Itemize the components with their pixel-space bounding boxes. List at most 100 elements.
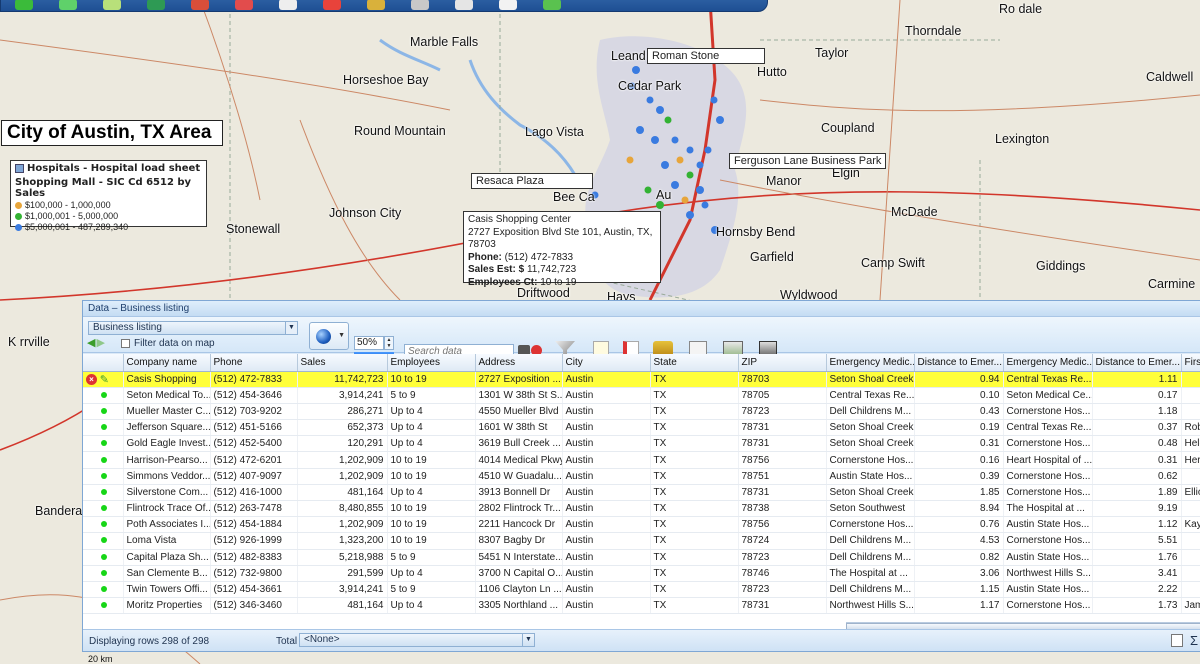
legend-range: $1,000,001 - 5,000,000 bbox=[15, 211, 202, 221]
total-select-value: <None> bbox=[304, 634, 340, 645]
toolbar-arrow-icon[interactable] bbox=[59, 0, 77, 10]
column-header[interactable]: First bbox=[1181, 354, 1200, 372]
table-row[interactable]: Poth Associates I... (512) 454-1884 1,202,… bbox=[83, 516, 1200, 534]
table-cell: TX bbox=[650, 435, 739, 453]
popup-name: Casis Shopping Center bbox=[468, 214, 571, 225]
column-header[interactable]: Distance to Emer... bbox=[914, 354, 1004, 372]
table-cell: 8.94 bbox=[914, 500, 1004, 518]
place-label: Round Mountain bbox=[354, 124, 446, 138]
column-header[interactable] bbox=[83, 354, 124, 372]
popup-emp-label: Employees Ct: bbox=[468, 276, 538, 288]
chevron-down-icon[interactable]: ▼ bbox=[522, 634, 534, 646]
toolbar-route-icon[interactable] bbox=[323, 0, 341, 10]
table-cell: Austin bbox=[562, 435, 651, 453]
table-cell: 1.17 bbox=[914, 597, 1004, 615]
callout-ferguson-lane[interactable]: Ferguson Lane Business Park bbox=[729, 153, 887, 169]
map-scale: 20 km bbox=[88, 654, 113, 664]
table-cell: Austin bbox=[562, 532, 651, 550]
table-cell: 1.73 bbox=[1092, 597, 1182, 615]
table-row[interactable]: Capital Plaza Sh... (512) 482-8383 5,218,9… bbox=[83, 549, 1200, 566]
toolbar-layer-icon[interactable] bbox=[103, 0, 121, 10]
status-dot-icon bbox=[101, 537, 107, 544]
toolbar-truck-icon[interactable] bbox=[367, 0, 385, 10]
legend-layer-shopping[interactable]: Shopping Mall - SIC Cd 6512 by Sales bbox=[15, 177, 202, 199]
callout-resaca-plaza[interactable]: Resaca Plaza bbox=[471, 173, 593, 189]
table-row[interactable]: Twin Towers Offi... (512) 454-3661 3,914,2… bbox=[83, 581, 1200, 599]
toolbar-stop-icon[interactable] bbox=[191, 0, 209, 10]
table-cell: 5.51 bbox=[1092, 532, 1182, 550]
table-cell: Jam bbox=[1181, 597, 1200, 615]
filter-checkbox[interactable] bbox=[121, 339, 130, 348]
table-row[interactable]: Jefferson Square... (512) 451-5166 652,373… bbox=[83, 419, 1200, 437]
table-cell: Up to 4 bbox=[387, 419, 476, 437]
legend-range: $5,000,001 - 487,289,340 bbox=[15, 222, 202, 232]
table-cell: Heart Hospital of ... bbox=[1003, 451, 1093, 469]
total-select[interactable]: <None> ▼ bbox=[299, 633, 535, 647]
table-cell: 2727 Exposition ... bbox=[475, 371, 563, 388]
table-cell: 0.48 bbox=[1092, 435, 1182, 453]
table-row[interactable]: Moritz Properties (512) 346-3460 481,164 Up… bbox=[83, 597, 1200, 615]
toolbar-help-icon[interactable] bbox=[543, 0, 561, 10]
listing-select[interactable]: Business listing ▼ bbox=[88, 321, 298, 335]
column-header[interactable]: Emergency Medic... bbox=[826, 354, 915, 372]
table-row[interactable]: San Clemente B... (512) 732-9800 291,599 Up… bbox=[83, 565, 1200, 582]
column-header[interactable]: Phone bbox=[210, 354, 298, 372]
delete-icon[interactable]: × bbox=[86, 373, 97, 385]
table-cell: 5 to 9 bbox=[387, 549, 476, 566]
column-header[interactable]: Emergency Medic... bbox=[1003, 354, 1093, 372]
column-header[interactable]: Address bbox=[475, 354, 563, 372]
column-header[interactable]: ZIP bbox=[738, 354, 827, 372]
table-row[interactable]: Harrison-Pearso... (512) 472-6201 1,202,90… bbox=[83, 451, 1200, 469]
toolbar-print-icon[interactable] bbox=[411, 0, 429, 10]
table-cell: (512) 407-9097 bbox=[210, 468, 298, 485]
column-header[interactable]: Employees bbox=[387, 354, 476, 372]
zoom-input[interactable]: 50% bbox=[354, 336, 384, 350]
toolbar-page-icon[interactable] bbox=[499, 0, 517, 10]
legend-layer-hospitals[interactable]: Hospitals - Hospital load sheet bbox=[15, 163, 202, 174]
toolbar-grid-icon[interactable] bbox=[279, 0, 297, 10]
table-cell: Austin bbox=[562, 419, 651, 437]
document-icon[interactable] bbox=[1171, 634, 1183, 647]
toolbar-doc-icon[interactable] bbox=[455, 0, 473, 10]
toolbar-green-icon[interactable] bbox=[15, 0, 33, 10]
table-row[interactable]: Silverstone Com... (512) 416-1000 481,164 U… bbox=[83, 484, 1200, 502]
place-label: Caldwell bbox=[1146, 70, 1194, 84]
row-status-cell bbox=[83, 451, 124, 469]
toolbar-draw-icon[interactable] bbox=[235, 0, 253, 10]
table-cell: TX bbox=[650, 387, 739, 404]
table-row[interactable]: Simmons Veddor... (512) 407-9097 1,202,909… bbox=[83, 468, 1200, 485]
column-header[interactable]: Sales bbox=[297, 354, 388, 372]
table-cell: Austin bbox=[562, 468, 651, 485]
zoom-spinner[interactable]: ▲ ▼ bbox=[384, 336, 394, 350]
chevron-down-icon[interactable]: ▼ bbox=[285, 322, 297, 334]
status-dot-icon bbox=[101, 407, 107, 414]
table-row[interactable]: Gold Eagle Invest... (512) 452-5400 120,29… bbox=[83, 435, 1200, 453]
table-cell: 0.31 bbox=[914, 435, 1004, 453]
place-label: Carmine bbox=[1148, 277, 1196, 291]
column-header[interactable]: Company name bbox=[123, 354, 211, 372]
table-row[interactable]: Mueller Master C... (512) 703-9202 286,271… bbox=[83, 403, 1200, 421]
forward-arrow-icon[interactable]: ▶ bbox=[96, 338, 104, 349]
table-cell: Central Texas Re... bbox=[826, 387, 915, 404]
table-cell: Cornerstone Hos... bbox=[1003, 532, 1093, 550]
status-dot-icon bbox=[101, 456, 107, 463]
table-cell: (512) 416-1000 bbox=[210, 484, 298, 502]
column-header[interactable]: Distance to Emer... bbox=[1092, 354, 1182, 372]
globe-button[interactable]: ▼ bbox=[309, 322, 349, 350]
back-arrow-icon[interactable]: ◀ bbox=[87, 338, 95, 349]
data-window-title[interactable]: Data – Business listing bbox=[83, 301, 1200, 317]
table-cell: 120,291 bbox=[297, 435, 388, 453]
pencil-icon[interactable]: ✎ bbox=[100, 373, 109, 386]
table-row[interactable]: Seton Medical To... (512) 454-3646 3,914,2… bbox=[83, 387, 1200, 404]
table-cell: 5 to 9 bbox=[387, 581, 476, 599]
table-cell: Cornerstone Hos... bbox=[826, 516, 915, 534]
table-cell: San Clemente B... bbox=[123, 565, 211, 582]
table-row[interactable]: Flintrock Trace Of... (512) 263-7478 8,480… bbox=[83, 500, 1200, 518]
callout-roman-stone[interactable]: Roman Stone bbox=[647, 48, 765, 64]
column-header[interactable]: State bbox=[650, 354, 739, 372]
toolbar-map-icon[interactable] bbox=[147, 0, 165, 10]
column-header[interactable]: City bbox=[562, 354, 651, 372]
table-row[interactable]: × ✎ Casis Shopping (512) 472-7833 11,742,72… bbox=[83, 371, 1200, 388]
table-row[interactable]: Loma Vista (512) 926-1999 1,323,200 10 to 1… bbox=[83, 532, 1200, 550]
sigma-icon[interactable]: Σ bbox=[1190, 633, 1198, 648]
